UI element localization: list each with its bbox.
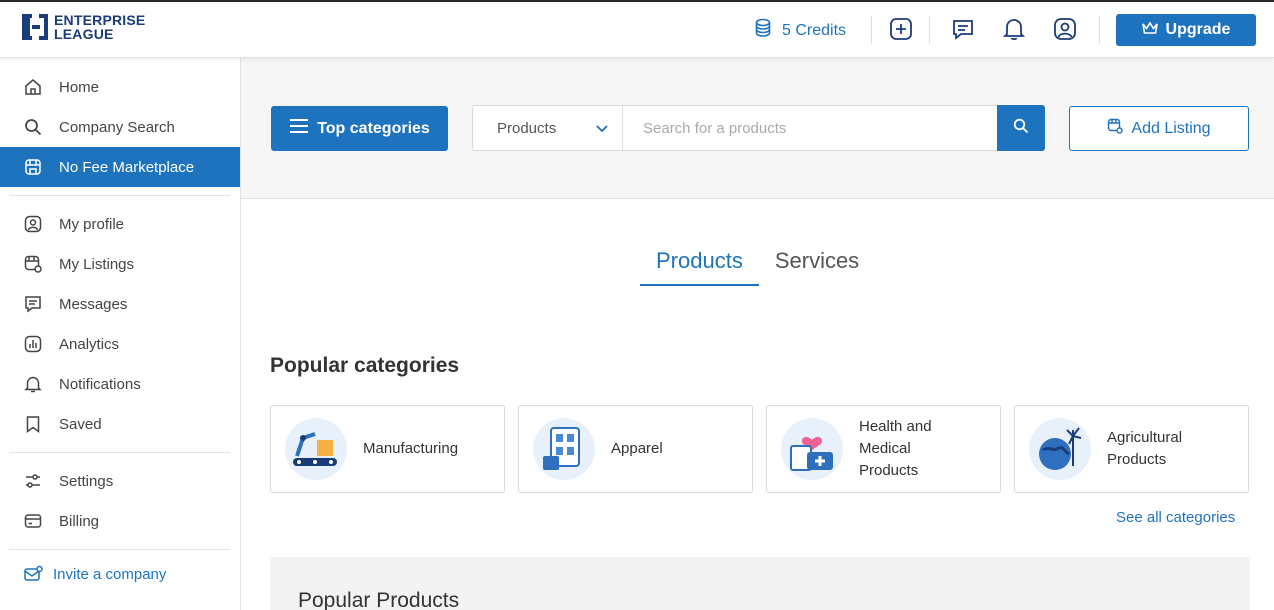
search-icon: [23, 117, 43, 137]
chat-icon[interactable]: [950, 16, 976, 42]
store-icon: [1107, 118, 1124, 139]
medical-kit-icon: [781, 418, 843, 480]
logo[interactable]: ENTERPRISE LEAGUE: [22, 12, 145, 42]
search-type-select[interactable]: Products: [473, 106, 623, 150]
plus-square-icon[interactable]: [888, 16, 914, 42]
listings-icon: [23, 254, 43, 274]
agriculture-globe-icon: [1029, 418, 1091, 480]
category-label: Apparel: [611, 440, 663, 457]
add-listing-button[interactable]: Add Listing: [1069, 106, 1249, 151]
sidebar-item-saved[interactable]: Saved: [0, 404, 240, 444]
logo-mark-icon: [22, 12, 50, 42]
sidebar-item-company-search[interactable]: Company Search: [0, 107, 240, 147]
search-icon: [1013, 118, 1029, 139]
tab-services[interactable]: Services: [759, 248, 875, 286]
sidebar-item-label: Analytics: [59, 335, 120, 353]
sidebar-item-settings[interactable]: Settings: [0, 461, 240, 501]
category-card-health-medical[interactable]: Health and Medical Products: [766, 405, 1001, 493]
popular-products-title: Popular Products: [298, 589, 460, 610]
search-band: Top categories Products Add Listing: [241, 58, 1274, 199]
top-categories-label: Top categories: [317, 119, 430, 137]
home-icon: [23, 77, 43, 97]
header-divider: [929, 16, 930, 44]
sidebar-item-label: Home: [59, 78, 100, 96]
sidebar-item-label: Company Search: [59, 118, 175, 136]
sidebar-item-label: Messages: [59, 295, 128, 313]
see-all-categories-link[interactable]: See all categories: [1116, 509, 1235, 526]
category-label: Agricultural Products: [1107, 429, 1183, 468]
bell-icon[interactable]: [1001, 16, 1027, 42]
analytics-icon: [23, 334, 43, 354]
sidebar-item-label: Saved: [59, 415, 102, 433]
logo-line1: ENTERPRISE: [54, 12, 146, 28]
popular-categories-title: Popular categories: [270, 354, 460, 377]
search-box: Products: [472, 105, 1045, 151]
category-card-manufacturing[interactable]: Manufacturing: [270, 405, 505, 493]
category-label: Health and Medical Products: [859, 418, 932, 479]
header-divider: [871, 16, 872, 44]
sidebar-item-home[interactable]: Home: [0, 67, 240, 107]
category-card-apparel[interactable]: Apparel: [518, 405, 753, 493]
sidebar-item-label: My profile: [59, 215, 125, 233]
upgrade-label: Upgrade: [1165, 21, 1231, 38]
sidebar-item-label: Billing: [59, 512, 100, 530]
sidebar-item-analytics[interactable]: Analytics: [0, 324, 240, 364]
invite-icon: [23, 564, 43, 584]
search-type-value: Products: [497, 119, 557, 137]
upgrade-button[interactable]: Upgrade: [1116, 14, 1256, 46]
sidebar-item-no-fee-marketplace[interactable]: No Fee Marketplace: [0, 147, 240, 187]
card-icon: [23, 511, 43, 531]
search-input[interactable]: [623, 106, 997, 150]
bookmark-icon: [23, 414, 43, 434]
top-categories-button[interactable]: Top categories: [271, 106, 448, 151]
credits[interactable]: 5 Credits: [754, 18, 846, 43]
apparel-icon: [533, 418, 595, 480]
sliders-icon: [23, 471, 43, 491]
sidebar-item-notifications[interactable]: Notifications: [0, 364, 240, 404]
sidebar-item-my-listings[interactable]: My Listings: [0, 244, 240, 284]
invite-label: Invite a company: [53, 565, 167, 583]
sidebar-item-my-profile[interactable]: My profile: [0, 204, 240, 244]
tab-products[interactable]: Products: [640, 248, 759, 286]
message-icon: [23, 294, 43, 314]
sidebar-item-billing[interactable]: Billing: [0, 501, 240, 541]
sidebar-item-label: Settings: [59, 472, 114, 490]
header: ENTERPRISE LEAGUE 5 Credits Upgrade: [0, 2, 1274, 58]
menu-icon: [289, 118, 309, 139]
category-label: Manufacturing: [363, 440, 459, 457]
main-content: Top categories Products Add Listing: [241, 58, 1274, 610]
logo-line2: LEAGUE: [54, 26, 114, 42]
sidebar-item-messages[interactable]: Messages: [0, 284, 240, 324]
sidebar-item-label: No Fee Marketplace: [59, 158, 195, 176]
category-card-agricultural[interactable]: Agricultural Products: [1014, 405, 1249, 493]
invite-company-link[interactable]: Invite a company: [0, 554, 240, 594]
header-divider: [1099, 16, 1100, 44]
crown-icon: [1141, 21, 1158, 40]
sidebar: Home Company Search No Fee Marketplace M…: [0, 58, 241, 610]
sidebar-divider: [9, 195, 230, 196]
sidebar-divider: [9, 549, 230, 550]
search-button[interactable]: [997, 105, 1045, 151]
coins-icon: [754, 18, 772, 43]
sidebar-item-label: Notifications: [59, 375, 141, 393]
manufacturing-icon: [285, 418, 347, 480]
bell-icon: [23, 374, 43, 394]
sidebar-item-label: My Listings: [59, 255, 135, 273]
store-icon: [23, 157, 43, 177]
user-icon[interactable]: [1052, 16, 1078, 42]
popular-products-section: Popular Products: [270, 557, 1250, 610]
tabs: Products Services: [640, 248, 875, 286]
profile-icon: [23, 214, 43, 234]
add-listing-label: Add Listing: [1131, 119, 1211, 137]
chevron-down-icon: [596, 120, 608, 137]
sidebar-divider: [9, 452, 230, 453]
credits-label: 5 Credits: [782, 21, 847, 39]
